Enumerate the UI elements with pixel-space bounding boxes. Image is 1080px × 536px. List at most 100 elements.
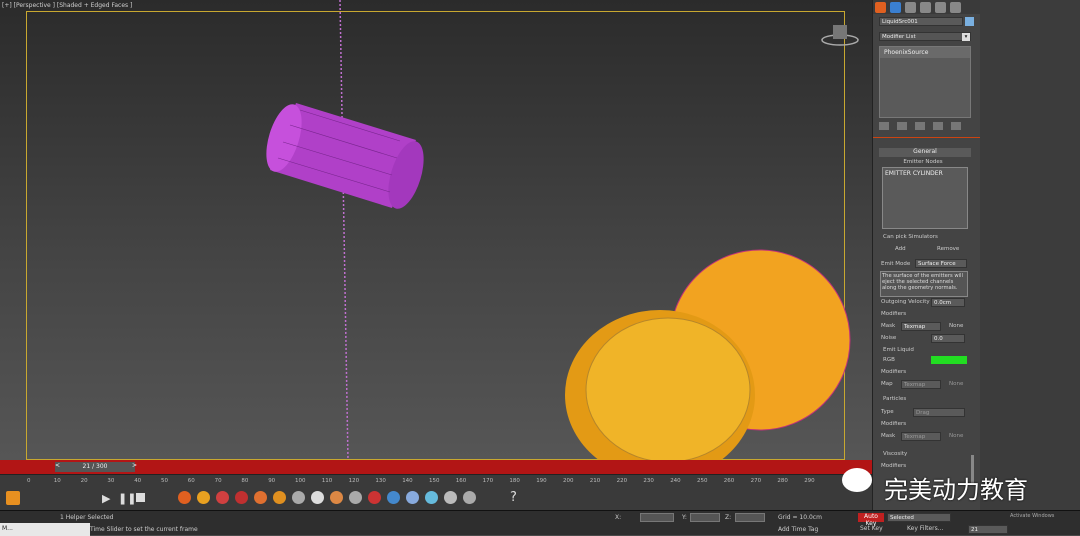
set-key-button[interactable]: Set Key <box>860 525 883 532</box>
phoenix-tool-icon[interactable] <box>235 491 248 504</box>
make-unique-icon[interactable] <box>915 122 925 130</box>
mask2-none-button[interactable]: None <box>949 433 963 439</box>
rgb-color-swatch[interactable] <box>931 356 967 364</box>
can-pick-checkbox[interactable]: Can pick Simulators <box>883 234 938 240</box>
help-icon[interactable]: ? <box>510 490 517 505</box>
command-panel-tabs <box>873 0 981 14</box>
emit-mode-dropdown[interactable]: Surface Force <box>915 259 967 268</box>
pause-icon[interactable]: ❚❚ <box>118 492 136 505</box>
y-coordinate-field[interactable] <box>690 513 720 522</box>
bottom-toolbar: ▶ ❚❚ ? <box>0 488 872 510</box>
timeline-tick-label: 260 <box>723 478 735 484</box>
phoenix-tool-icon[interactable] <box>197 491 210 504</box>
key-mode-dropdown[interactable]: Selected <box>887 513 951 522</box>
next-frame-arrow[interactable]: > <box>132 462 137 469</box>
phoenix-tool-icon[interactable] <box>330 491 343 504</box>
modifiers-label-2: Modifiers <box>881 369 907 375</box>
z-label: Z: <box>725 514 732 521</box>
create-tab-icon[interactable] <box>875 2 886 13</box>
y-label: Y: <box>682 514 687 521</box>
rollout-general-header[interactable]: General <box>879 148 971 157</box>
phoenix-tool-icon[interactable] <box>178 491 191 504</box>
perspective-viewport[interactable]: [+] [Perspective ] [Shaded + Edged Faces… <box>0 0 872 460</box>
emitter-node-item[interactable]: EMITTER CYLINDER <box>883 168 967 179</box>
timeline-tick-label: 170 <box>482 478 494 484</box>
phoenix-tool-icon[interactable] <box>311 491 324 504</box>
timeline-tick-label: 80 <box>241 478 249 484</box>
mask-none-button[interactable]: None <box>949 323 963 329</box>
timeline-tick-label: 0 <box>27 478 31 484</box>
particles-checkbox[interactable]: Particles <box>883 396 906 402</box>
utilities-tab-icon[interactable] <box>949 2 961 13</box>
hierarchy-tab-icon[interactable] <box>904 2 916 13</box>
track-bar-ruler[interactable]: 0 10 20 30 40 50 60 70 80 90 100 110 120 130 140 150 160… <box>0 474 872 488</box>
emitter-nodes-list[interactable]: EMITTER CYLINDER <box>882 167 968 229</box>
timeline-tick-label: 160 <box>455 478 467 484</box>
add-time-tag[interactable]: Add Time Tag <box>778 526 818 533</box>
emit-liquid-checkbox[interactable]: Emit Liquid <box>883 347 914 353</box>
timeline-tick-label: 270 <box>750 478 762 484</box>
object-color-swatch[interactable] <box>965 17 974 26</box>
phoenix-fd-icon[interactable] <box>6 491 20 505</box>
stack-item-phoenixsource[interactable]: PhoenixSource <box>880 47 970 58</box>
stack-toolbar <box>879 122 971 132</box>
configure-sets-icon[interactable] <box>951 122 961 130</box>
timeline-tick-label: 20 <box>80 478 88 484</box>
phoenix-tool-icon[interactable] <box>406 491 419 504</box>
timeline-tick-label: 190 <box>536 478 547 484</box>
current-frame-field[interactable]: 21 <box>968 525 1008 534</box>
modifier-stack: PhoenixSource <box>879 46 971 118</box>
wechat-logo-icon <box>842 468 872 492</box>
phoenix-tool-icon[interactable] <box>292 491 305 504</box>
remove-modifier-icon[interactable] <box>933 122 943 130</box>
map-dropdown[interactable]: Texmap <box>901 380 941 389</box>
auto-key-button[interactable]: Auto Key <box>858 513 884 527</box>
mask-dropdown[interactable]: Texmap <box>901 322 941 331</box>
modifier-list-dropdown[interactable]: Modifier List ▾ <box>879 32 971 41</box>
phoenix-tool-icon[interactable] <box>444 491 457 504</box>
taskbar-item[interactable]: M... <box>0 523 90 536</box>
timeline-tick-label: 110 <box>321 478 333 484</box>
type-dropdown[interactable]: Drag <box>913 408 965 417</box>
motion-tab-icon[interactable] <box>919 2 931 13</box>
x-label: X: <box>615 514 622 521</box>
modify-tab-icon[interactable] <box>889 2 901 13</box>
stop-icon[interactable] <box>136 493 145 502</box>
phoenix-tool-icon[interactable] <box>349 491 362 504</box>
timeline-tick-label: 220 <box>616 478 628 484</box>
phoenix-tool-icon[interactable] <box>216 491 229 504</box>
scene-canvas[interactable] <box>0 0 872 460</box>
phoenix-tool-icon[interactable] <box>463 491 476 504</box>
emit-mode-description: The surface of the emitters will eject t… <box>880 271 968 297</box>
remove-button[interactable]: Remove <box>937 246 959 252</box>
modifiers-label-3: Modifiers <box>881 421 907 427</box>
rgb-checkbox[interactable]: RGB <box>883 357 895 363</box>
phoenix-tool-icon[interactable] <box>273 491 286 504</box>
x-coordinate-field[interactable] <box>640 513 674 522</box>
phoenix-tool-icon[interactable] <box>425 491 438 504</box>
show-end-result-icon[interactable] <box>897 122 907 130</box>
display-tab-icon[interactable] <box>934 2 946 13</box>
phoenix-tool-icon[interactable] <box>368 491 381 504</box>
pin-stack-icon[interactable] <box>879 122 889 130</box>
map-none-button[interactable]: None <box>949 381 963 387</box>
timeline-tick-label: 180 <box>509 478 520 484</box>
timeline-tick-label: 60 <box>187 478 195 484</box>
timeline-tick-label: 240 <box>670 478 681 484</box>
prev-frame-arrow[interactable]: < <box>55 462 60 469</box>
add-button[interactable]: Add <box>895 246 906 252</box>
time-slider-bar[interactable]: 21 / 300 < > <box>0 460 872 474</box>
phoenix-tool-icon[interactable] <box>387 491 400 504</box>
viscosity-checkbox[interactable]: Viscosity <box>883 451 907 457</box>
mask2-dropdown[interactable]: Texmap <box>901 432 941 441</box>
key-filters-button[interactable]: Key Filters... <box>907 525 944 532</box>
phoenix-tool-icon[interactable] <box>254 491 267 504</box>
outgoing-velocity-field[interactable]: 0.0cm <box>931 298 965 307</box>
grid-size: Grid = 10.0cm <box>778 514 822 521</box>
play-icon[interactable]: ▶ <box>102 492 110 505</box>
time-slider-thumb[interactable]: 21 / 300 <box>55 462 135 472</box>
z-coordinate-field[interactable] <box>735 513 765 522</box>
timeline-tick-label: 90 <box>268 478 276 484</box>
noise-field[interactable]: 0.0 <box>931 334 965 343</box>
object-name-field[interactable]: LiquidSrc001 <box>879 17 963 26</box>
